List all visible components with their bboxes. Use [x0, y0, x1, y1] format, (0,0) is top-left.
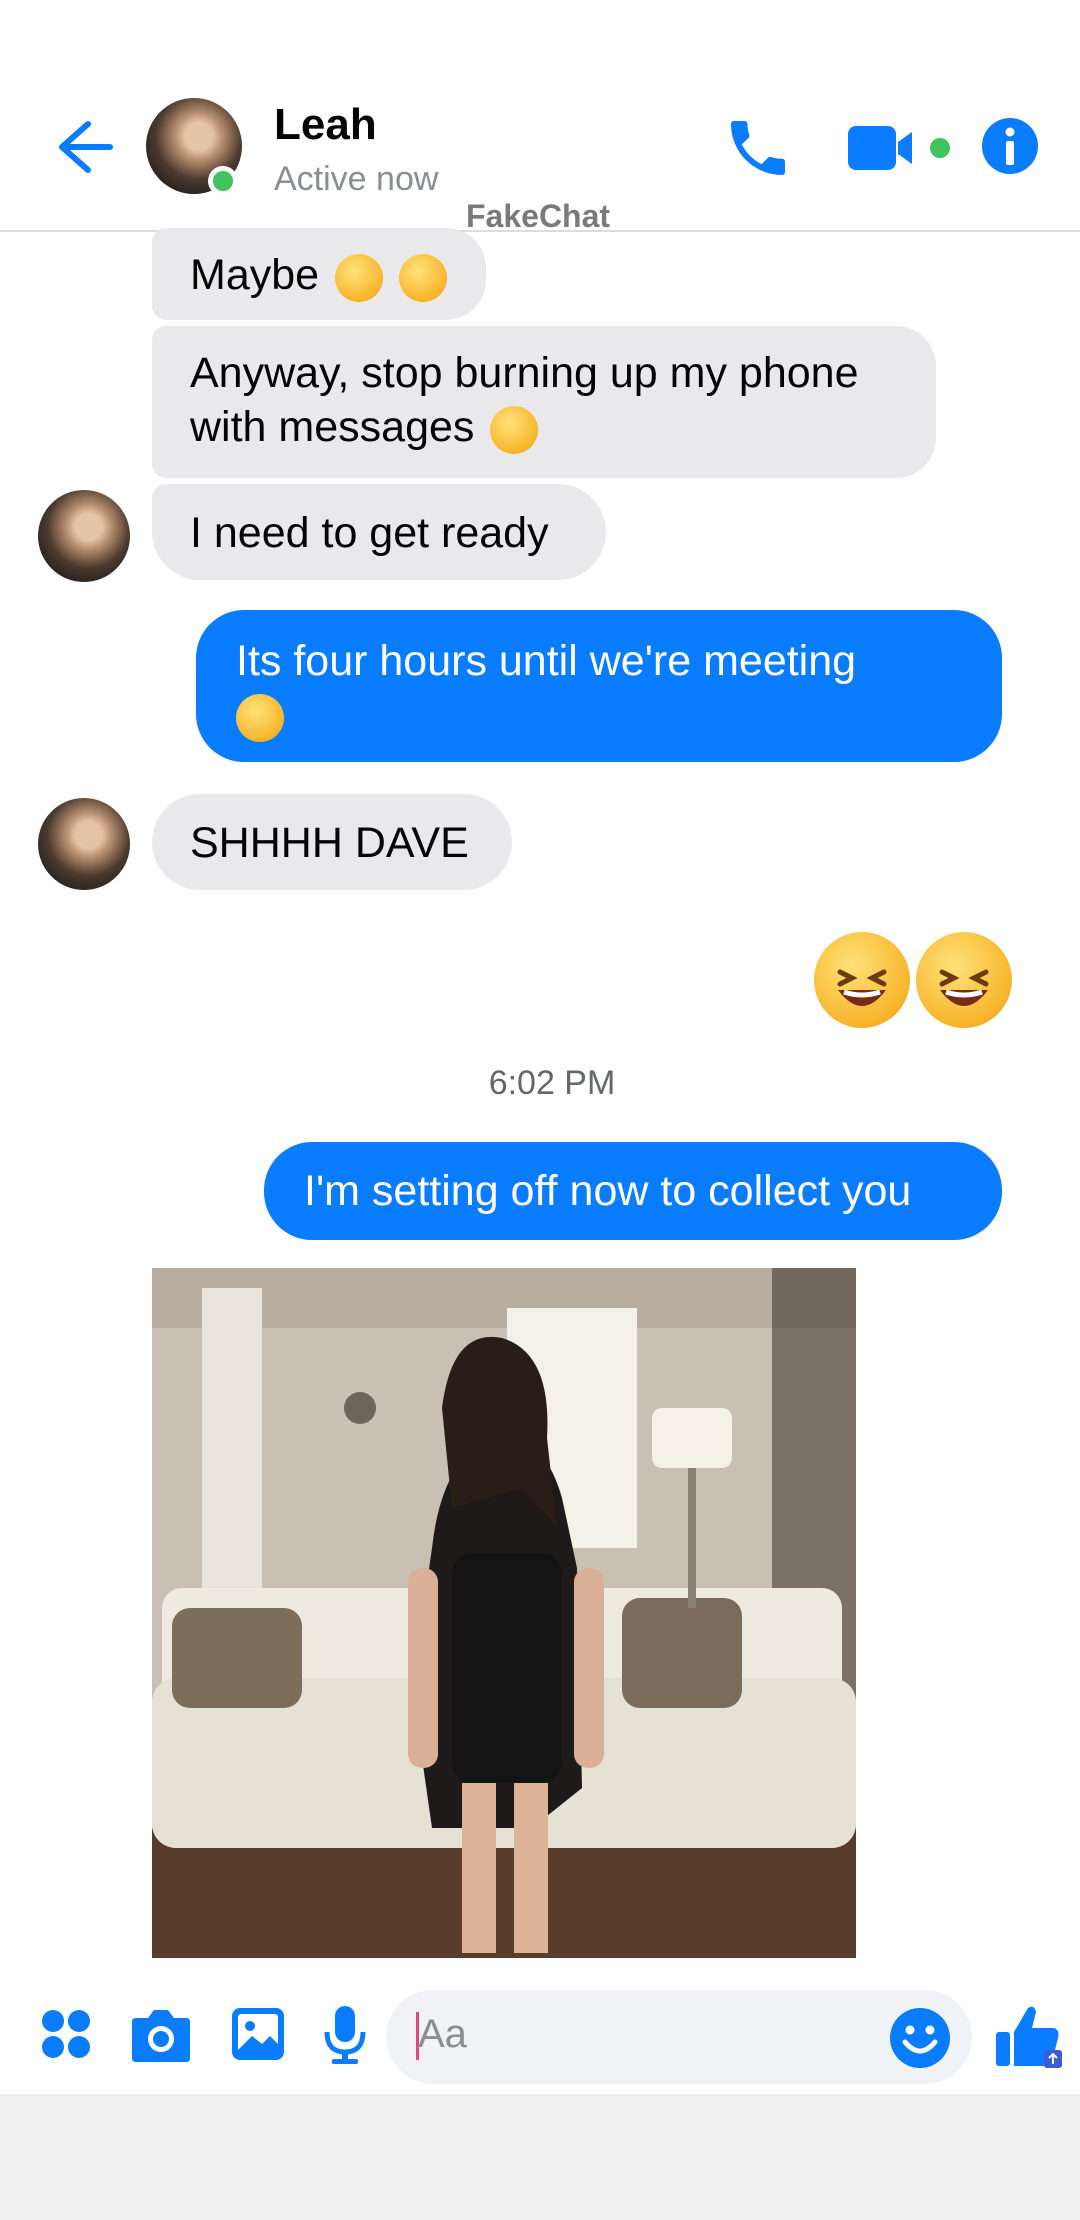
gallery-icon: [232, 2008, 284, 2060]
rofl-emoji-icon[interactable]: [814, 932, 910, 1028]
thumbs-up-icon: [996, 2006, 1062, 2068]
incoming-message[interactable]: Maybe: [152, 228, 486, 320]
info-button[interactable]: [980, 116, 1040, 176]
gallery-button[interactable]: [230, 2006, 286, 2062]
back-button[interactable]: [48, 112, 118, 182]
message-text: I need to get ready: [190, 509, 549, 557]
online-status-dot: [208, 166, 238, 196]
camera-button[interactable]: [130, 2006, 192, 2064]
photo-message[interactable]: [152, 1268, 856, 1958]
rofl-emoji-icon[interactable]: [916, 932, 1012, 1028]
back-arrow-icon: [59, 121, 113, 173]
active-status: Active now: [274, 160, 439, 198]
video-call-button[interactable]: [846, 118, 956, 178]
video-camera-icon: [848, 126, 950, 170]
info-icon: [982, 118, 1038, 174]
app-watermark: FakeChat: [466, 198, 611, 234]
incoming-message[interactable]: I need to get ready: [152, 484, 606, 580]
thinking-face-emoji-icon: [236, 693, 284, 742]
contact-name[interactable]: Leah: [274, 100, 377, 150]
photo-image: [152, 1268, 856, 1958]
incoming-message[interactable]: SHHHH DAVE: [152, 794, 512, 890]
message-input[interactable]: [386, 1990, 972, 2084]
tears-of-joy-emoji-icon: [398, 253, 447, 302]
camera-icon: [132, 2010, 190, 2062]
outgoing-message[interactable]: I'm setting off now to collect you: [264, 1142, 1002, 1240]
microphone-button[interactable]: [322, 2004, 368, 2066]
message-text: Maybe: [190, 251, 320, 299]
message-text: Its four hours until we're meeting: [236, 637, 857, 685]
message-text: I'm setting off now to collect you: [304, 1167, 912, 1215]
sender-avatar[interactable]: [38, 798, 130, 890]
rolling-eyes-emoji-icon: [335, 253, 384, 302]
message-timestamp: 6:02 PM: [488, 1064, 616, 1102]
system-navigation-area: [0, 2094, 1080, 2220]
phone-icon: [731, 121, 785, 175]
voice-call-button[interactable]: [722, 112, 794, 184]
sender-avatar[interactable]: [38, 490, 130, 582]
incoming-message[interactable]: Anyway, stop burning up my phone with me…: [152, 326, 936, 478]
tears-of-joy-emoji-icon: [490, 405, 539, 454]
apps-button[interactable]: [40, 2008, 92, 2060]
message-text: SHHHH DAVE: [190, 819, 469, 867]
emoji-button[interactable]: [888, 2006, 952, 2070]
microphone-icon: [324, 2006, 366, 2064]
apps-icon: [42, 2010, 90, 2058]
message-input-placeholder: Aa: [418, 2012, 467, 2056]
emoji-icon: [890, 2008, 950, 2068]
like-button[interactable]: [992, 2000, 1064, 2072]
outgoing-message[interactable]: Its four hours until we're meeting: [196, 610, 1002, 762]
